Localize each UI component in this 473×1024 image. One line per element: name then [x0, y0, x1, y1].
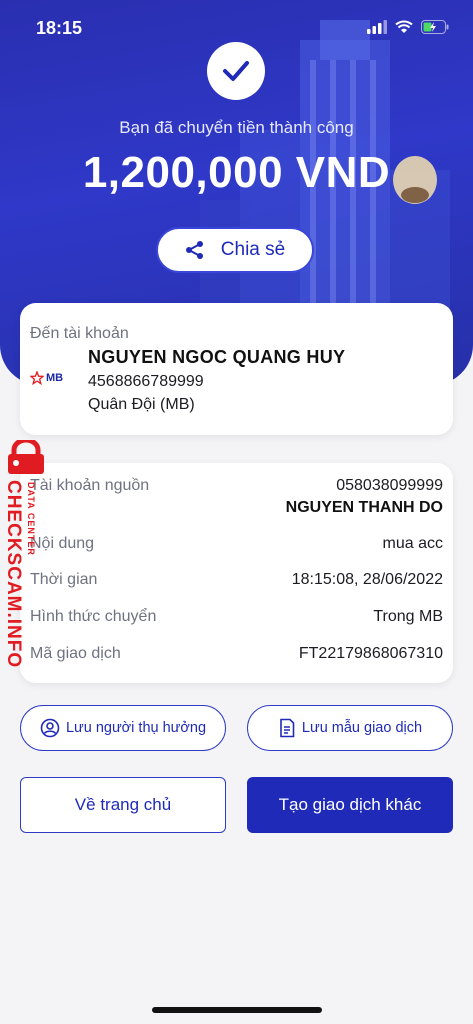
cellular-signal-icon: [367, 20, 387, 34]
time-value: 18:15:08, 28/06/2022: [291, 571, 443, 588]
checkscam-watermark: CHECKSCAM.INFO DATA CENTER: [0, 440, 52, 670]
method-row: Hình thức chuyển Trong MB: [30, 608, 443, 626]
method-value: Trong MB: [373, 608, 443, 625]
save-beneficiary-button[interactable]: Lưu người thụ hưởng: [20, 705, 226, 751]
save-beneficiary-label: Lưu người thụ hưởng: [65, 720, 207, 736]
recipient-account: 4568866789999: [88, 373, 204, 390]
transfer-amount: 1,200,000 VND: [82, 148, 391, 197]
bank-logo-text: MB: [46, 372, 64, 384]
mb-star-icon: [30, 371, 44, 385]
content-row: Nội dung mua acc: [30, 535, 443, 553]
to-account-label: Đến tài khoản: [30, 325, 129, 342]
watermark-sub-text: DATA CENTER: [26, 482, 36, 556]
save-template-label: Lưu mẫu giao dịch: [301, 720, 423, 736]
source-account-name: NGUYEN THANH DO: [285, 499, 443, 516]
recipient-name: NGUYEN NGOC QUANG HUY: [88, 347, 346, 367]
source-account-value: 058038099999: [336, 477, 443, 494]
watermark-main-text: CHECKSCAM.INFO: [3, 480, 24, 669]
home-button[interactable]: Về trang chủ: [20, 777, 226, 833]
transaction-details-card: Tài khoản nguồn 058038099999 NGUYEN THAN…: [20, 463, 453, 683]
content-value: mua acc: [382, 535, 443, 552]
status-bar: 18:15: [0, 0, 473, 58]
share-button[interactable]: Chia sẻ: [156, 227, 314, 273]
padlock-icon: [8, 440, 44, 474]
bank-logo: MB: [30, 371, 63, 385]
document-template-icon: [280, 718, 295, 738]
source-account-row: Tài khoản nguồn 058038099999: [30, 477, 443, 495]
share-icon: [185, 241, 203, 259]
new-transaction-button[interactable]: Tạo giao dịch khác: [247, 777, 453, 833]
time-row: Thời gian 18:15:08, 28/06/2022: [30, 571, 443, 589]
wifi-icon: [395, 20, 413, 33]
status-icons: [367, 20, 449, 34]
user-circle-icon: [40, 718, 60, 738]
status-time: 18:15: [36, 18, 83, 38]
save-template-button[interactable]: Lưu mẫu giao dịch: [247, 705, 453, 751]
success-message: Bạn đã chuyển tiền thành công: [119, 118, 354, 137]
home-indicator: [152, 1007, 322, 1013]
share-label: Chia sẻ: [220, 239, 286, 260]
recipient-card: Đến tài khoản MB NGUYEN NGOC QUANG HUY 4…: [20, 303, 453, 435]
transaction-id-value: FT22179868067310: [298, 645, 443, 662]
transaction-id-row: Mã giao dịch FT22179868067310: [30, 645, 443, 663]
recipient-bank: Quân Đội (MB): [88, 396, 195, 413]
battery-charging-icon: [421, 20, 449, 34]
